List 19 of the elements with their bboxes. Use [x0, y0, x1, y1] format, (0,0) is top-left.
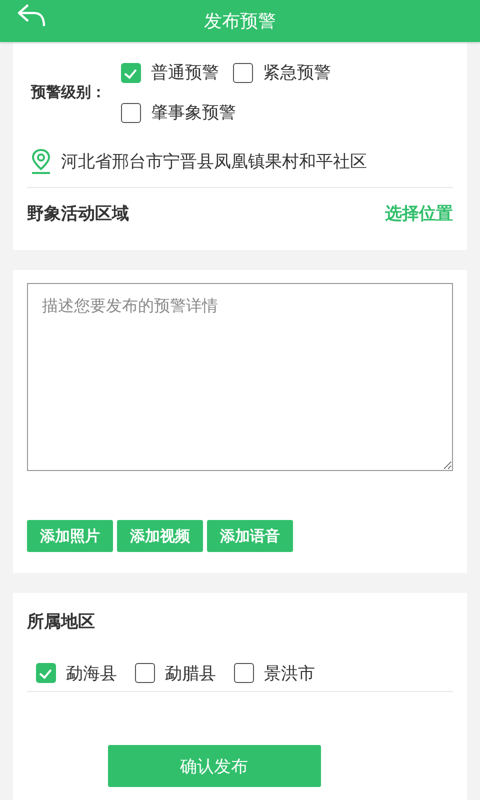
option-label[interactable]: 普通预警 [151, 61, 219, 84]
checkbox[interactable] [121, 102, 141, 122]
checkbox[interactable] [36, 663, 56, 683]
checkbox[interactable] [234, 663, 254, 683]
option-label[interactable]: 勐腊县 [165, 662, 216, 684]
location-pin-icon [31, 148, 51, 174]
address-text: 河北省邢台市宁晋县凤凰镇果村和平社区 [61, 150, 367, 172]
option-label[interactable]: 景洪市 [264, 662, 315, 684]
section-title: 所属地区 [27, 611, 96, 633]
option-label[interactable]: 肇事象预警 [151, 101, 236, 124]
option-label[interactable]: 紧急预警 [263, 61, 331, 84]
section-label: 野象活动区域 [27, 202, 129, 224]
page-title: 发布预警 [204, 10, 276, 33]
description-field[interactable]: 描述您要发布的预警详情 [27, 283, 453, 471]
checkbox[interactable] [233, 62, 253, 82]
option-label[interactable]: 勐海县 [66, 662, 117, 684]
checkbox[interactable] [135, 663, 155, 683]
field-label: 预警级别： [31, 83, 107, 102]
checkbox[interactable] [121, 62, 141, 82]
